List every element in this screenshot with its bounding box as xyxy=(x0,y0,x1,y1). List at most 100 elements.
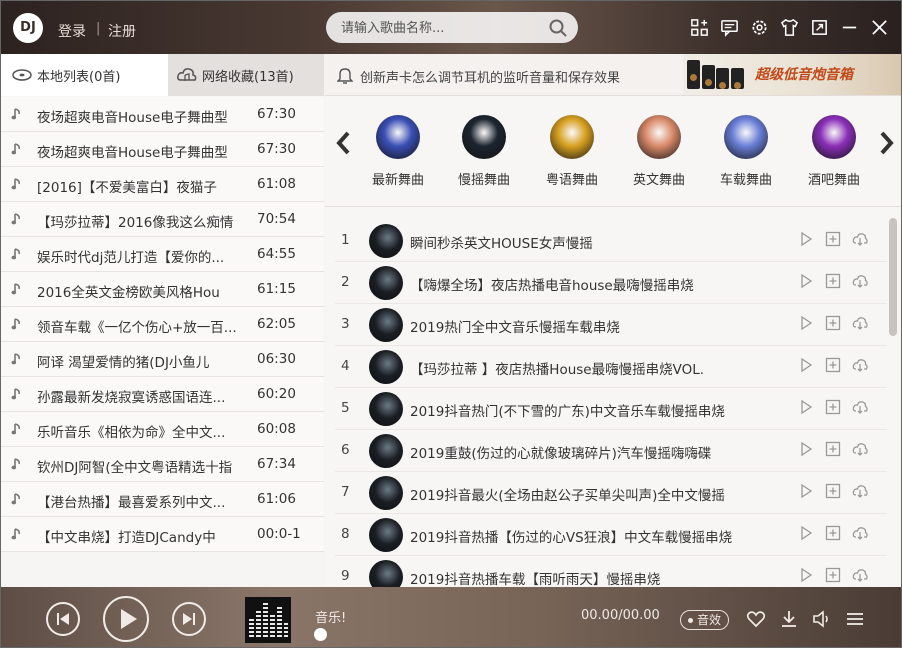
skin-shirt-icon[interactable] xyxy=(780,18,799,37)
play-icon[interactable] xyxy=(798,357,814,373)
cloud-download-icon[interactable] xyxy=(852,567,868,583)
minimize-icon[interactable] xyxy=(840,18,859,37)
apps-icon[interactable] xyxy=(690,18,709,37)
playlist-menu-icon[interactable] xyxy=(845,609,865,629)
cloud-download-icon[interactable] xyxy=(852,483,868,499)
category-item[interactable]: 最新舞曲 xyxy=(363,115,433,188)
playlist-row[interactable]: 娱乐时代dj范儿打造【爱你的... 64:55 xyxy=(1,237,324,272)
playlist-row[interactable]: 【玛莎拉蒂】2016像我这么痴情 70:54 xyxy=(1,202,324,237)
category-item[interactable]: 慢摇舞曲 xyxy=(449,115,519,188)
add-icon[interactable] xyxy=(825,525,841,541)
cloud-download-icon[interactable] xyxy=(852,357,868,373)
song-row[interactable]: 3 2019热门全中文音乐慢摇车载串烧 xyxy=(335,304,887,346)
volume-icon[interactable] xyxy=(812,609,832,629)
song-row[interactable]: 7 2019抖音最火(全场由赵公子买单尖叫声)全中文慢摇 xyxy=(335,472,887,514)
register-link[interactable]: 注册 xyxy=(108,21,136,41)
song-row[interactable]: 9 2019抖音热播车载【雨听雨天】慢摇串烧 xyxy=(335,556,887,587)
download-icon[interactable] xyxy=(779,609,799,629)
right-panel: 创新声卡怎么调节耳机的监听音量和保存效果 超级低音炮音箱 最新舞曲 慢摇舞曲 粤语舞… xyxy=(325,54,901,587)
tab-local-list[interactable]: 本地列表(0首) xyxy=(1,54,168,96)
previous-icon xyxy=(57,613,69,625)
sound-effect-label: 音效 xyxy=(697,613,722,627)
next-button[interactable] xyxy=(172,602,206,636)
add-icon[interactable] xyxy=(825,567,841,583)
scrollbar-thumb[interactable] xyxy=(889,218,897,336)
banner-text: 超级低音炮音箱 xyxy=(755,67,853,83)
song-actions xyxy=(798,357,868,373)
playlist-row[interactable]: 孙露最新发烧寂寞诱惑国语连... 60:20 xyxy=(1,377,324,412)
playlist-row[interactable]: 领音车载《一亿个伤心+放一百... 62:05 xyxy=(1,307,324,342)
chevron-right-icon[interactable] xyxy=(877,129,895,157)
playlist-row[interactable]: 阿译 渴望爱情的猪(DJ小鱼儿 06:30 xyxy=(1,342,324,377)
chevron-left-icon[interactable] xyxy=(335,129,353,157)
play-icon[interactable] xyxy=(798,441,814,457)
add-icon[interactable] xyxy=(825,399,841,415)
cloud-download-icon[interactable] xyxy=(852,525,868,541)
add-icon[interactable] xyxy=(825,441,841,457)
close-icon[interactable] xyxy=(870,18,889,37)
gear-icon[interactable] xyxy=(750,18,769,37)
disc-icon xyxy=(12,69,32,81)
add-icon[interactable] xyxy=(825,315,841,331)
playlist-row[interactable]: 2016全英文金榜欧美风格Hou 61:15 xyxy=(1,272,324,307)
search-input[interactable] xyxy=(341,18,541,38)
song-row[interactable]: 1 瞬间秒杀英文HOUSE女声慢摇 xyxy=(335,220,887,262)
song-row[interactable]: 8 2019抖音热播【伤过的心VS狂浪】中文车载慢摇串烧 xyxy=(335,514,887,556)
mini-mode-icon[interactable] xyxy=(810,18,829,37)
playlist-row[interactable]: 钦州DJ阿智(全中文粤语精选十指 67:34 xyxy=(1,447,324,482)
playlist-row[interactable]: 夜场超爽电音House电子舞曲型 67:30 xyxy=(1,97,324,132)
category-item[interactable]: 酒吧舞曲 xyxy=(799,115,869,188)
playlist-row[interactable]: [2016]【不爱美富白】夜猫子 61:08 xyxy=(1,167,324,202)
song-row[interactable]: 2 【嗨爆全场】夜店热播电音house最嗨慢摇串烧 xyxy=(335,262,887,304)
cloud-download-icon[interactable] xyxy=(852,273,868,289)
playlist-row[interactable]: 【港台热播】最喜爱系列中文... 61:06 xyxy=(1,482,324,517)
play-icon[interactable] xyxy=(798,231,814,247)
login-link[interactable]: 登录 xyxy=(58,21,86,41)
cloud-download-icon[interactable] xyxy=(852,315,868,331)
ad-banner[interactable]: 超级低音炮音箱 xyxy=(683,54,901,95)
cloud-download-icon[interactable] xyxy=(852,441,868,457)
album-cover xyxy=(245,597,291,643)
category-item[interactable]: 英文舞曲 xyxy=(624,115,694,188)
play-icon[interactable] xyxy=(798,483,814,499)
category-item[interactable]: 车载舞曲 xyxy=(711,115,781,188)
song-row[interactable]: 6 2019重鼓(伤过的心就像玻璃碎片)汽车慢摇嗨嗨碟 xyxy=(335,430,887,472)
song-title: 2019抖音最火(全场由赵公子买单尖叫声)全中文慢摇 xyxy=(410,488,725,504)
tab-network-favorites[interactable]: 网络收藏(13首) xyxy=(168,54,324,96)
play-icon[interactable] xyxy=(798,399,814,415)
song-number: 9 xyxy=(341,568,350,584)
notice-link[interactable]: 创新声卡怎么调节耳机的监听音量和保存效果 xyxy=(360,67,620,86)
player-bar: 音乐! 00.00/00.00 音效 xyxy=(1,587,901,647)
song-title: 2019抖音热播【伤过的心VS狂浪】中文车载慢摇串烧 xyxy=(410,530,733,546)
category-item[interactable]: 粤语舞曲 xyxy=(537,115,607,188)
progress-handle[interactable] xyxy=(314,628,327,641)
add-icon[interactable] xyxy=(825,273,841,289)
message-icon[interactable] xyxy=(720,18,739,37)
heart-icon[interactable] xyxy=(746,609,766,629)
cloud-download-icon[interactable] xyxy=(852,399,868,415)
song-actions xyxy=(798,567,868,583)
add-icon[interactable] xyxy=(825,357,841,373)
playlist-item-name: 夜场超爽电音House电子舞曲型 xyxy=(37,145,228,161)
playlist-item-duration: 61:08 xyxy=(257,176,296,192)
play-icon[interactable] xyxy=(798,315,814,331)
add-icon[interactable] xyxy=(825,483,841,499)
playlist-row[interactable]: 【中文串烧】打造DJCandy中 00:0-1 xyxy=(1,517,324,552)
add-icon[interactable] xyxy=(825,231,841,247)
playlist-row[interactable]: 乐听音乐《相依为命》全中文... 60:08 xyxy=(1,412,324,447)
music-note-icon xyxy=(11,423,20,435)
sound-effect-button[interactable]: 音效 xyxy=(680,610,729,630)
cloud-download-icon[interactable] xyxy=(852,231,868,247)
playlist-row[interactable]: 夜场超爽电音House电子舞曲型 67:30 xyxy=(1,132,324,167)
previous-button[interactable] xyxy=(46,602,80,636)
song-number: 8 xyxy=(341,526,350,542)
play-icon[interactable] xyxy=(798,525,814,541)
search-icon[interactable] xyxy=(548,18,568,38)
play-button[interactable] xyxy=(103,596,149,642)
song-row[interactable]: 5 2019抖音热门(不下雪的广东)中文音乐车载慢摇串烧 xyxy=(335,388,887,430)
song-row[interactable]: 4 【玛莎拉蒂 】夜店热播House最嗨慢摇串烧VOL. xyxy=(335,346,887,388)
song-title: 2019热门全中文音乐慢摇车载串烧 xyxy=(410,320,620,336)
song-thumbnail xyxy=(369,476,403,510)
play-icon[interactable] xyxy=(798,567,814,583)
play-icon[interactable] xyxy=(798,273,814,289)
